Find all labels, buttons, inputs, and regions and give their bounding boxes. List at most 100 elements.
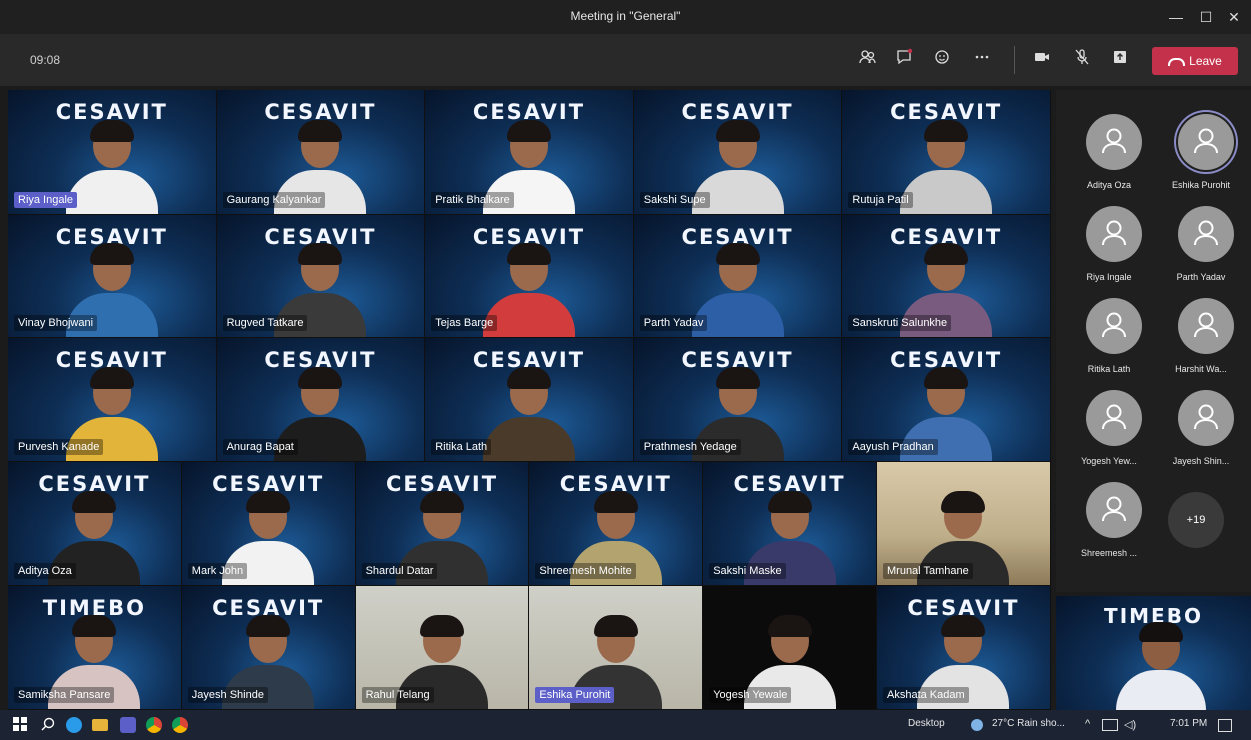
reactions-icon[interactable] [930,48,954,72]
participant-card[interactable]: Harshit Wa... [1156,284,1246,374]
participant-name-label: Parth Yadav [639,315,708,331]
video-tile[interactable]: CESAVIT Prathmesh Yedage [633,338,842,461]
participant-card[interactable]: Parth Yadav [1156,192,1246,282]
video-tile[interactable]: CESAVIT Parth Yadav [633,215,842,337]
participant-name-label: Aayush Pradhan [848,439,938,455]
participant-card-name: Eshika Purohit [1171,180,1231,190]
participant-video [65,120,158,214]
video-tile[interactable]: CESAVIT Rugved Tatkare [216,215,425,337]
window-titlebar: Meeting in "General" — ☐ ✕ [0,0,1251,34]
participant-name-label: Riya Ingale [14,192,78,208]
avatar-icon [1178,206,1234,262]
mic-off-icon[interactable] [1070,48,1094,72]
participant-card[interactable]: Eshika Purohit [1156,100,1246,190]
participant-name-label: Sanskruti Salunkhe [848,315,952,331]
participant-name-label: Aditya Oza [14,563,76,579]
video-tile[interactable]: CESAVIT Vinay Bhojwani [8,215,216,337]
participant-name-label: Vinay Bhojwani [14,315,98,331]
video-tile[interactable]: CESAVIT Aditya Oza [8,462,181,585]
minimize-button[interactable]: — [1162,6,1190,28]
participant-name-label: Ritika Lath [431,439,492,455]
notification-icon[interactable] [1218,719,1232,732]
participant-name-label: Rugved Tatkare [222,315,308,331]
video-tile[interactable]: CESAVIT Sakshi Supe [633,90,842,214]
participant-name-label: Shreemesh Mohite [535,563,636,579]
chat-icon[interactable] [892,48,916,72]
video-tile[interactable]: CESAVIT Gaurang Kalyankar [216,90,425,214]
video-tile[interactable]: CESAVIT Ritika Lath [425,338,633,461]
video-tile[interactable]: CESAVIT Shardul Datar [355,462,529,585]
video-tile[interactable]: Rahul Telang [355,586,529,709]
leave-button[interactable]: Leave [1152,47,1238,75]
chevron-up-icon[interactable]: ^ [1085,718,1090,730]
video-tile[interactable]: CESAVIT Sakshi Maske [703,462,876,585]
participant-name-label: Akshata Kadam [883,687,969,703]
weather-text[interactable]: 27°C Rain sho... [992,718,1065,729]
video-tile[interactable]: Yogesh Yewale [703,586,876,709]
more-participants-button[interactable]: +19 [1168,492,1224,548]
participant-card[interactable]: Jayesh Shin... [1156,376,1246,466]
maximize-button[interactable]: ☐ [1192,6,1220,28]
participant-card-name: Yogesh Yew... [1081,456,1137,466]
participant-video [900,120,993,214]
participant-card-name: Aditya Oza [1086,180,1132,190]
video-tile[interactable]: CESAVIT Sanskruti Salunkhe [842,215,1050,337]
participant-card[interactable]: Ritika Lath [1064,284,1154,374]
taskbar-clock[interactable]: 7:01 PM [1170,718,1207,729]
video-tile[interactable]: Mrunal Tamhane [877,462,1050,585]
video-tile[interactable]: TIMEBO Samiksha Pansare [8,586,181,709]
participant-card-name: Shreemesh ... [1080,548,1138,558]
participant-card[interactable]: Yogesh Yew... [1064,376,1154,466]
video-tile[interactable]: CESAVIT Riya Ingale [8,90,216,214]
video-tile[interactable]: CESAVIT Mark John [181,462,355,585]
participant-name-label: Yogesh Yewale [709,687,792,703]
volume-icon[interactable]: ◁) [1124,718,1136,731]
more-icon[interactable] [970,48,994,72]
participant-name-label: Samiksha Pansare [14,687,115,703]
camera-icon[interactable] [1030,48,1054,72]
avatar-icon [1086,390,1142,446]
avatar-icon [1086,206,1142,262]
battery-icon[interactable] [1102,719,1118,731]
participant-card[interactable]: Aditya Oza [1064,100,1154,190]
video-grid: CESAVIT Riya Ingale CESAVIT Gaurang Kalyank… [8,90,1051,710]
participant-name-label: Sakshi Maske [709,563,786,579]
video-tile[interactable]: CESAVIT Pratik Bhalkare [425,90,633,214]
video-tile[interactable]: CESAVIT Shreemesh Mohite [529,462,703,585]
video-tile[interactable]: CESAVIT Purvesh Kanade [8,338,216,461]
windows-taskbar: Desktop 27°C Rain sho... ^ ◁) 7:01 PM [0,710,1251,740]
chrome-icon[interactable] [146,717,162,733]
video-tile[interactable]: CESAVIT Akshata Kadam [877,586,1050,709]
participant-card-name: Riya Ingale [1086,272,1132,282]
video-tile[interactable]: CESAVIT Aayush Pradhan [842,338,1050,461]
video-tile[interactable]: CESAVIT Jayesh Shinde [181,586,355,709]
weather-icon [971,719,983,731]
self-view[interactable]: TIMEBO [1056,596,1251,710]
participant-name-label: Eshika Purohit [535,687,615,703]
browser-icon[interactable] [66,717,82,733]
participant-name-label: Purvesh Kanade [14,439,104,455]
video-tile[interactable]: Eshika Purohit [529,586,703,709]
participants-icon[interactable] [856,48,880,72]
desktop-toolbar[interactable]: Desktop [908,718,945,729]
leave-label: Leave [1189,54,1222,68]
participant-card[interactable]: Riya Ingale [1064,192,1154,282]
chrome-profile-icon[interactable] [172,717,188,733]
participant-card[interactable]: Shreemesh ... [1064,468,1154,558]
video-tile[interactable]: CESAVIT Tejas Barge [425,215,633,337]
teams-icon[interactable] [120,717,136,733]
participant-card-name: Harshit Wa... [1175,364,1227,374]
file-explorer-icon[interactable] [92,719,108,731]
close-button[interactable]: ✕ [1220,6,1248,28]
participant-name-label: Prathmesh Yedage [639,439,741,455]
participant-card-name: Ritika Lath [1087,364,1131,374]
participant-name-label: Rutuja Patil [848,192,913,208]
windows-start-icon[interactable] [12,717,28,733]
video-tile[interactable]: CESAVIT Rutuja Patil [842,90,1050,214]
meeting-toolbar: 09:08 Leave [0,34,1251,86]
search-icon[interactable] [40,717,56,733]
share-icon[interactable] [1108,48,1132,72]
video-tile[interactable]: CESAVIT Anurag Bapat [216,338,425,461]
avatar-icon [1086,298,1142,354]
meeting-timer: 09:08 [30,53,61,67]
